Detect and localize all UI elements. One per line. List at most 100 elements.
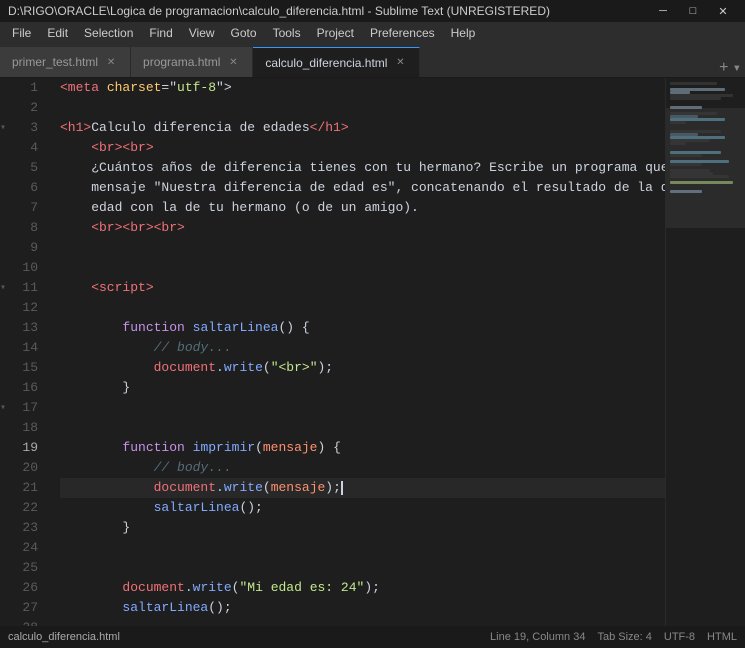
menu-file[interactable]: File [4, 22, 39, 44]
code-line-19: document.write(mensaje); [60, 478, 665, 498]
tab-close-icon[interactable]: ✕ [104, 55, 118, 69]
code-line-7 [60, 238, 665, 258]
line-num-27: 27 [16, 598, 44, 618]
maximize-button[interactable]: □ [679, 1, 707, 21]
line-num-16: 16 [16, 378, 44, 398]
code-line-2 [60, 98, 665, 118]
line-num-26: 26 [16, 578, 44, 598]
code-line-25: saltarLinea(); [60, 598, 665, 618]
code-line-11: function saltarLinea() { [60, 318, 665, 338]
code-line-3: <h1>Calculo diferencia de edades</h1> [60, 118, 665, 138]
line-num-20: 20 [16, 458, 44, 478]
close-button[interactable]: ✕ [709, 1, 737, 21]
tab-list-icon[interactable]: ▾ [733, 60, 741, 77]
menu-goto[interactable]: Goto [223, 22, 265, 44]
titlebar: D:\RIGO\ORACLE\Logica de programacion\ca… [0, 0, 745, 22]
line-num-25: 25 [16, 558, 44, 578]
code-line-17: function imprimir(mensaje) { [60, 438, 665, 458]
line-num-9: 9 [16, 238, 44, 258]
line-num-14: 14 [16, 338, 44, 358]
code-line-6: <br><br><br> [60, 218, 665, 238]
status-filename: calculo_diferencia.html [8, 631, 120, 643]
code-line-26 [60, 618, 665, 626]
tab-label: programa.html [143, 55, 220, 69]
line-num-17: 17 [16, 398, 44, 418]
menu-project[interactable]: Project [309, 22, 362, 44]
menu-help[interactable]: Help [443, 22, 484, 44]
menu-view[interactable]: View [181, 22, 223, 44]
line-num-21: 21 [16, 478, 44, 498]
line-num-18: 18 [16, 418, 44, 438]
code-line-20: saltarLinea(); [60, 498, 665, 518]
line-num-28: 28 [16, 618, 44, 626]
menu-preferences[interactable]: Preferences [362, 22, 443, 44]
statusbar-left: calculo_diferencia.html [8, 631, 120, 643]
tab-label: primer_test.html [12, 55, 98, 69]
line-num-2: 2 [16, 98, 44, 118]
code-line-22 [60, 538, 665, 558]
fold-gutter: ▾ ▾ ▾ [0, 78, 16, 626]
titlebar-title: D:\RIGO\ORACLE\Logica de programacion\ca… [8, 4, 550, 18]
line-num-7: 7 [16, 198, 44, 218]
line-num-5: 5 [16, 158, 44, 178]
line-num-23: 23 [16, 518, 44, 538]
tab-calculo-diferencia[interactable]: calculo_diferencia.html ✕ [253, 47, 420, 77]
code-line-5b: mensaje "Nuestra diferencia de edad es",… [60, 178, 665, 198]
minimap-viewport [666, 108, 745, 228]
line-num-22: 22 [16, 498, 44, 518]
line-num-10: 10 [16, 258, 44, 278]
tab-add-icon[interactable]: + [719, 59, 729, 77]
line-num-12: 12 [16, 298, 44, 318]
line-num-3: 3 [16, 118, 44, 138]
titlebar-controls: ─ □ ✕ [649, 1, 737, 21]
minimize-button[interactable]: ─ [649, 1, 677, 21]
tab-close-icon[interactable]: ✕ [393, 56, 407, 70]
code-line-14: } [60, 378, 665, 398]
statusbar-right: Line 19, Column 34 Tab Size: 4 UTF-8 HTM… [490, 631, 737, 643]
menu-selection[interactable]: Selection [76, 22, 141, 44]
tab-label: calculo_diferencia.html [265, 56, 387, 70]
line-num-4: 4 [16, 138, 44, 158]
line-num-8: 8 [16, 218, 44, 238]
line-num-1: 1 [16, 78, 44, 98]
line-numbers: 1 2 3 4 5 6 7 8 9 10 11 12 13 14 15 16 1… [16, 78, 52, 626]
code-line-1: <meta charset="utf-8"> [60, 78, 665, 98]
status-syntax: HTML [707, 631, 737, 643]
code-content[interactable]: <meta charset="utf-8"> <h1>Calculo difer… [52, 78, 665, 626]
statusbar: calculo_diferencia.html Line 19, Column … [0, 626, 745, 648]
code-line-18: // body... [60, 458, 665, 478]
menubar: File Edit Selection Find View Goto Tools… [0, 22, 745, 44]
line-num-11: 11 [16, 278, 44, 298]
tab-scroll-controls: + ▾ [719, 59, 745, 77]
tab-primer-test[interactable]: primer_test.html ✕ [0, 47, 131, 77]
code-line-12: // body... [60, 338, 665, 358]
tab-programa[interactable]: programa.html ✕ [131, 47, 253, 77]
line-num-15: 15 [16, 358, 44, 378]
code-line-4: <br><br> [60, 138, 665, 158]
minimap [665, 78, 745, 626]
code-line-5: ¿Cuántos años de diferencia tienes con t… [60, 158, 665, 178]
code-line-9: <script> [60, 278, 665, 298]
code-line-5c: edad con la de tu hermano (o de un amigo… [60, 198, 665, 218]
tab-close-icon[interactable]: ✕ [226, 55, 240, 69]
status-encoding: UTF-8 [664, 631, 695, 643]
line-num-19: 19 [16, 438, 44, 458]
line-num-13: 13 [16, 318, 44, 338]
code-line-13: document.write("<br>"); [60, 358, 665, 378]
code-line-16 [60, 418, 665, 438]
menu-edit[interactable]: Edit [39, 22, 76, 44]
editor-area: ▾ ▾ ▾ 1 2 3 4 5 6 7 8 9 10 11 12 13 14 1… [0, 78, 745, 626]
code-line-10 [60, 298, 665, 318]
menu-find[interactable]: Find [141, 22, 180, 44]
tabsbar: primer_test.html ✕ programa.html ✕ calcu… [0, 44, 745, 78]
line-num-24: 24 [16, 538, 44, 558]
status-line-col: Line 19, Column 34 [490, 631, 585, 643]
code-line-15 [60, 398, 665, 418]
code-line-24: document.write("Mi edad es: 24"); [60, 578, 665, 598]
code-line-21: } [60, 518, 665, 538]
line-num-6: 6 [16, 178, 44, 198]
code-line-8 [60, 258, 665, 278]
code-line-23 [60, 558, 665, 578]
menu-tools[interactable]: Tools [265, 22, 309, 44]
status-tab-size: Tab Size: 4 [597, 631, 651, 643]
